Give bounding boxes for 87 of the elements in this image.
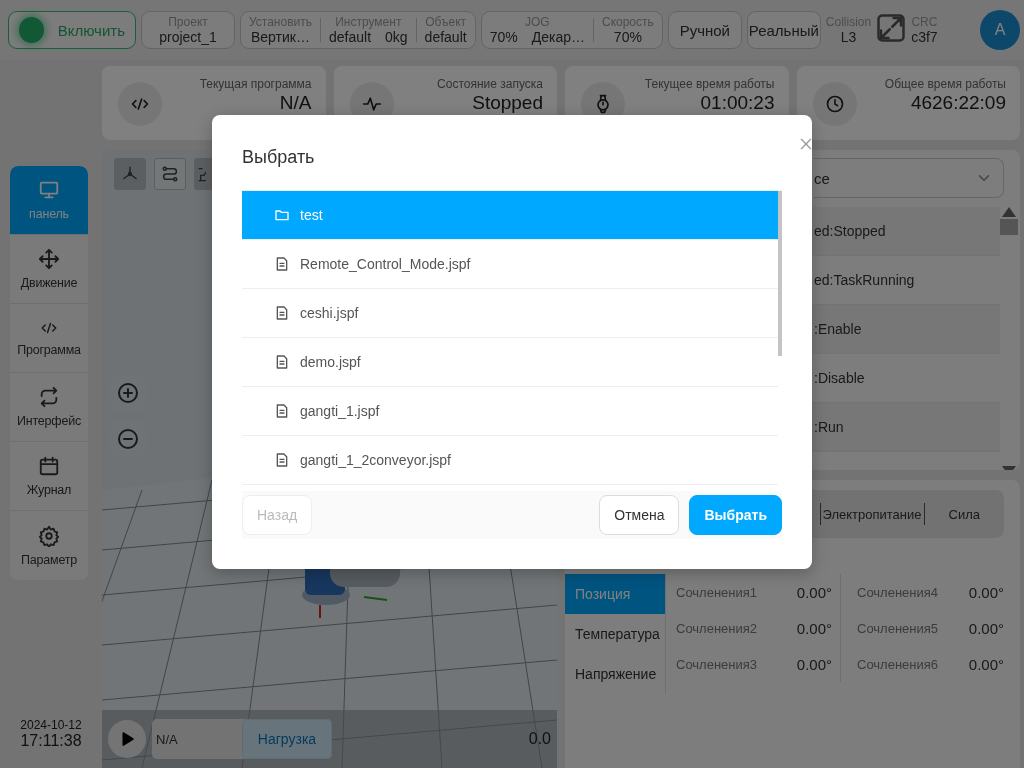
nav-item[interactable]: Движение	[10, 235, 88, 304]
nav-item[interactable]: Интерфейс	[10, 373, 88, 442]
time-label: 17:11:38	[20, 732, 82, 750]
user-avatar[interactable]: A	[980, 10, 1020, 50]
crc-value: c3f7	[911, 29, 938, 45]
field-value: default	[329, 29, 372, 45]
stat-value: 01:00:23	[700, 92, 775, 113]
dialog-title: Выбрать	[242, 147, 315, 168]
joint-label: Сочленения4	[857, 584, 939, 600]
joint-value: 0.00°	[968, 619, 1004, 637]
log-filter-dropdown[interactable]: ce	[814, 158, 1004, 198]
field-value: Декар…	[531, 29, 585, 45]
file-list-item[interactable]: gangti_1_2conveyor.jspf	[242, 436, 778, 485]
folder-icon	[274, 207, 290, 223]
file-list-item[interactable]: demo.jspf	[242, 338, 778, 387]
date-label: 2024-10-12	[20, 718, 82, 732]
file-icon	[274, 305, 290, 321]
stat-value: 4626:22:09	[910, 92, 1006, 113]
monitor-icon	[38, 179, 60, 201]
file-list-item[interactable]: ceshi.jspf	[242, 289, 778, 338]
joint-value: 0.00°	[968, 583, 1004, 601]
field-value: project_1	[159, 29, 217, 45]
collision-value: L3	[840, 29, 857, 45]
settings-icon	[38, 524, 60, 547]
stat-value: Stopped	[472, 92, 543, 113]
log-entry: ed:TaskRunning	[814, 272, 915, 288]
scrollbar-thumb[interactable]	[1000, 219, 1018, 235]
side-tab[interactable]: Напряжение	[565, 654, 665, 694]
field-value: 70%	[613, 29, 642, 45]
reading-value: 0.0	[528, 730, 551, 748]
joint-label: Сочленения1	[676, 584, 758, 600]
calendar-icon	[38, 455, 60, 477]
pulse-icon	[361, 94, 382, 114]
view-tool-button[interactable]	[154, 158, 186, 190]
stat-label: Текущее время работы	[644, 76, 775, 92]
scroll-up-icon[interactable]	[1002, 207, 1016, 217]
stat-label: Общее время работы	[884, 76, 1006, 92]
file-icon	[274, 256, 290, 272]
minus-circle-icon	[116, 427, 140, 451]
field-value: Вертик…	[251, 29, 310, 45]
field-value: 70%	[489, 29, 518, 45]
program-field: N/A	[152, 731, 242, 747]
file-list-item[interactable]: gangti_1.jspf	[242, 387, 778, 436]
stat-value: N/A	[279, 92, 312, 113]
scrollbar-thumb[interactable]	[778, 191, 782, 356]
expand-icon[interactable]	[876, 13, 907, 43]
field-value: default	[424, 29, 467, 45]
mode-button[interactable]: Реальный	[746, 11, 821, 49]
select-button[interactable]: Выбрать	[689, 495, 782, 535]
joint-label: Сочленения3	[676, 656, 758, 672]
file-list-item[interactable]: Remote_Control_Mode.jspf	[242, 240, 778, 289]
stat-label: Текущая программа	[199, 76, 312, 92]
clock-icon	[824, 94, 845, 114]
joint-value: 0.00°	[796, 619, 832, 637]
file-icon	[274, 452, 290, 468]
nav-item[interactable]: Программа	[10, 304, 88, 373]
log-entry: :Disable	[814, 370, 865, 386]
tab[interactable]: Электропитание	[819, 503, 925, 525]
nav-item[interactable]: панель	[10, 166, 88, 235]
stat-label: Состояние запуска	[437, 76, 543, 92]
joint-label: Сочленения2	[676, 620, 758, 636]
side-tab[interactable]: Позиция	[565, 574, 665, 614]
view-tool-button[interactable]	[114, 158, 146, 190]
field-value: 0kg	[385, 29, 408, 45]
log-entry: ed:Stopped	[814, 223, 886, 239]
load-button[interactable]: Нагрузка	[242, 719, 332, 759]
joint-value: 0.00°	[968, 655, 1004, 673]
file-icon	[274, 403, 290, 419]
view-tool-button[interactable]	[194, 158, 212, 190]
joint-value: 0.00°	[796, 583, 832, 601]
swap-arrows-icon	[38, 386, 60, 408]
tab[interactable]: Сила	[924, 503, 1004, 525]
joint-label: Сочленения5	[857, 620, 939, 636]
side-tab[interactable]: Температура	[565, 614, 665, 654]
file-list-item[interactable]: test	[242, 191, 778, 240]
mode-button[interactable]: Ручной	[667, 11, 742, 49]
nav-item[interactable]: Журнал	[10, 442, 88, 511]
cancel-button[interactable]: Отмена	[599, 495, 680, 535]
joint-value: 0.00°	[796, 655, 832, 673]
plus-circle-icon	[116, 381, 140, 405]
joint-label: Сочленения6	[857, 656, 939, 672]
log-entry: :Run	[814, 419, 844, 435]
power-button[interactable]: Включить	[8, 11, 136, 49]
move-icon	[38, 248, 60, 270]
nav-item[interactable]: Параметр	[10, 511, 88, 580]
log-entry: :Enable	[814, 321, 862, 337]
file-icon	[274, 354, 290, 370]
